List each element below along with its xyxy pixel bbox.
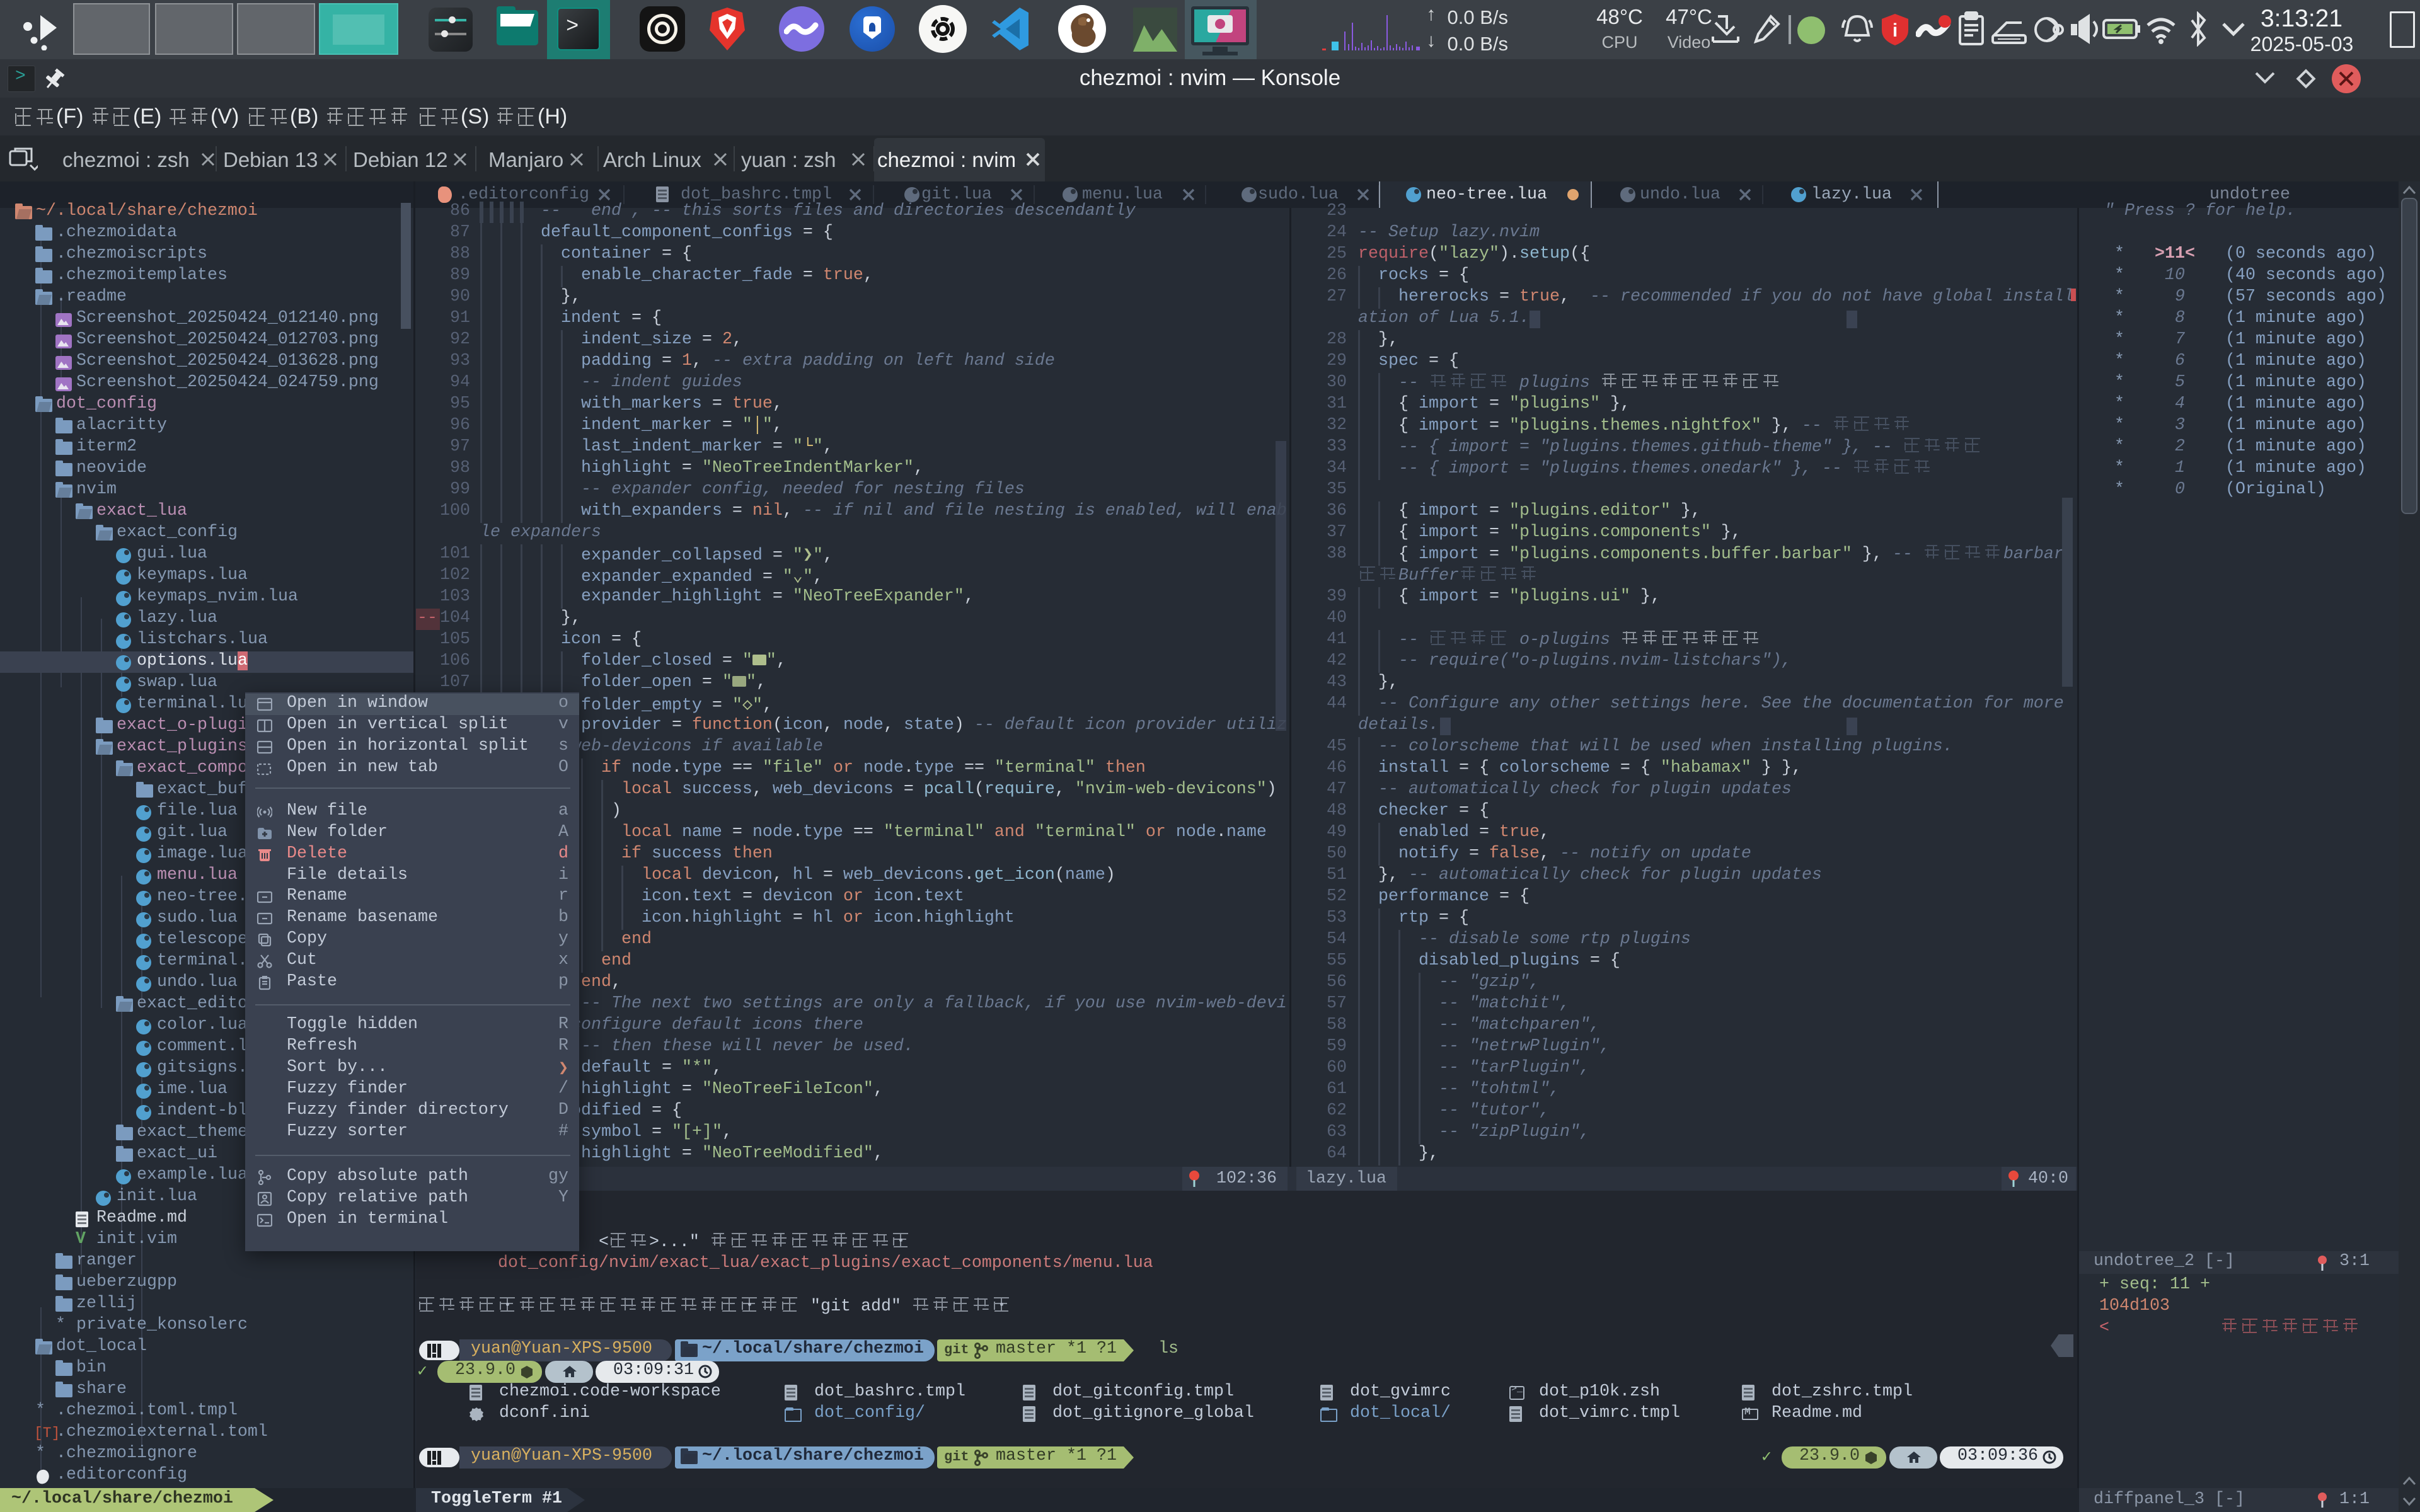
svg-text:i: i — [1893, 20, 1898, 41]
